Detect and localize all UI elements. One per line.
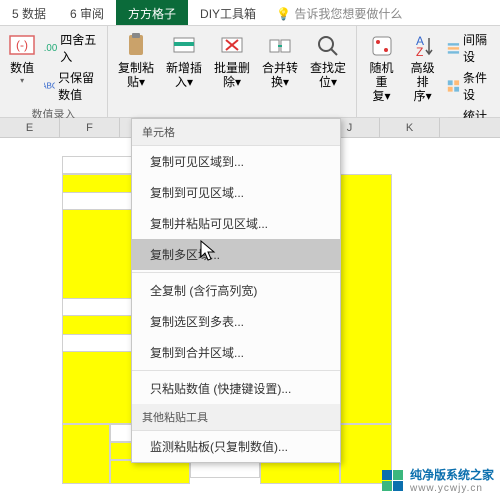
tab-ffgz[interactable]: 方方格子 [116,0,188,25]
cell[interactable] [62,192,132,210]
menu-copy-multi-region[interactable]: 复制多区域... [132,239,340,270]
copy-paste-menu: 单元格 复制可见区域到... 复制到可见区域... 复制并粘贴可见区域... 复… [131,118,341,463]
menu-copy-to-multi-sheet[interactable]: 复制选区到多表... [132,306,340,337]
numeric-icon: (-) [8,32,36,60]
clipboard-icon [122,32,150,60]
condition-label: 条件设 [463,69,492,103]
yellow-region [62,424,110,484]
menu-separator [132,370,340,371]
yellow-region [260,460,340,484]
keep-value-label: 只保留数值 [58,69,99,103]
svg-text:.00: .00 [44,43,57,54]
cell[interactable] [62,334,132,352]
numeric-value-button[interactable]: (-) 数值 ▾ [6,30,38,87]
tell-me-label: 告诉我您想要做什么 [294,7,402,21]
watermark-brand: 纯净版系统之家 [410,466,494,483]
tab-review[interactable]: 6 审阅 [58,0,116,25]
round-button[interactable]: .00四舍五入 [42,30,101,66]
sort-icon: AZ [409,32,437,60]
delete-icon [218,32,246,60]
menu-section-cell: 单元格 [132,119,340,146]
batch-delete-button[interactable]: 批量删除▾ [210,30,254,92]
round-icon: .00 [44,40,57,56]
menu-paste-values-only[interactable]: 只粘贴数值 (快捷键设置)... [132,373,340,404]
cell[interactable] [62,298,132,316]
group-edit: 复制粘贴▾ 新增插入▾ 批量删除▾ 合并转换▾ 查找定位▾ [108,26,357,117]
svg-text:ABC: ABC [44,82,55,91]
col-E[interactable]: E [0,118,60,137]
menu-copy-paste-visible[interactable]: 复制并粘贴可见区域... [132,208,340,239]
random-repeat-button[interactable]: 随机重复▾ [363,30,400,106]
menu-copy-to-visible[interactable]: 复制到可见区域... [132,177,340,208]
merge-convert-button[interactable]: 合并转换▾ [258,30,302,92]
interval-label: 间隔设 [463,31,492,65]
dice-icon [368,32,396,60]
advanced-sort-button[interactable]: AZ 高级排序▾ [404,30,441,106]
copy-paste-button[interactable]: 复制粘贴▾ [114,30,158,92]
tell-me[interactable]: 💡 告诉我您想要做什么 [268,0,410,25]
watermark: 纯净版系统之家 www.ycwjy.cn [382,466,494,494]
insert-icon [170,32,198,60]
keep-value-button[interactable]: ABC只保留数值 [42,68,101,104]
group-data-analysis: 随机重复▾ AZ 高级排序▾ 间隔设 条件设 统计与 数据分析 [357,26,500,117]
insert-button[interactable]: 新增插入▾ [162,30,206,92]
menu-full-copy[interactable]: 全复制 (含行高列宽) [132,275,340,306]
cell[interactable] [62,156,132,174]
watermark-url: www.ycwjy.cn [410,483,494,494]
dropdown-icon: ▾ [20,76,24,85]
svg-text:(-): (-) [16,38,28,52]
tab-diy[interactable]: DIY工具箱 [188,0,268,25]
col-K[interactable]: K [380,118,440,137]
numeric-label: 数值 [10,61,34,75]
rows-icon [447,40,460,56]
condition-set-button[interactable]: 条件设 [445,68,494,104]
group-label-2 [230,99,233,113]
yellow-region [110,460,190,484]
menu-monitor-clipboard[interactable]: 监测粘贴板(只复制数值)... [132,431,340,462]
svg-text:Z: Z [416,45,423,59]
group-numeric-entry: (-) 数值 ▾ .00四舍五入 ABC只保留数值 数值录入 [0,26,108,117]
interval-set-button[interactable]: 间隔设 [445,30,494,66]
menu-copy-visible-to[interactable]: 复制可见区域到... [132,146,340,177]
merge-icon [266,32,294,60]
abc-icon: ABC [44,78,55,94]
menu-copy-to-merged[interactable]: 复制到合并区域... [132,337,340,368]
find-locate-button[interactable]: 查找定位▾ [306,30,350,92]
tab-data[interactable]: 5 数据 [0,0,58,25]
menu-section-other: 其他粘贴工具 [132,404,340,431]
menu-separator [132,272,340,273]
col-F[interactable]: F [60,118,120,137]
ribbon: (-) 数值 ▾ .00四舍五入 ABC只保留数值 数值录入 复制粘贴▾ 新增插… [0,26,500,118]
watermark-logo-icon [382,469,404,491]
round-label: 四舍五入 [60,31,99,65]
search-icon [314,32,342,60]
ribbon-tabs: 5 数据 6 审阅 方方格子 DIY工具箱 💡 告诉我您想要做什么 [0,0,500,26]
grid-icon [447,78,460,94]
